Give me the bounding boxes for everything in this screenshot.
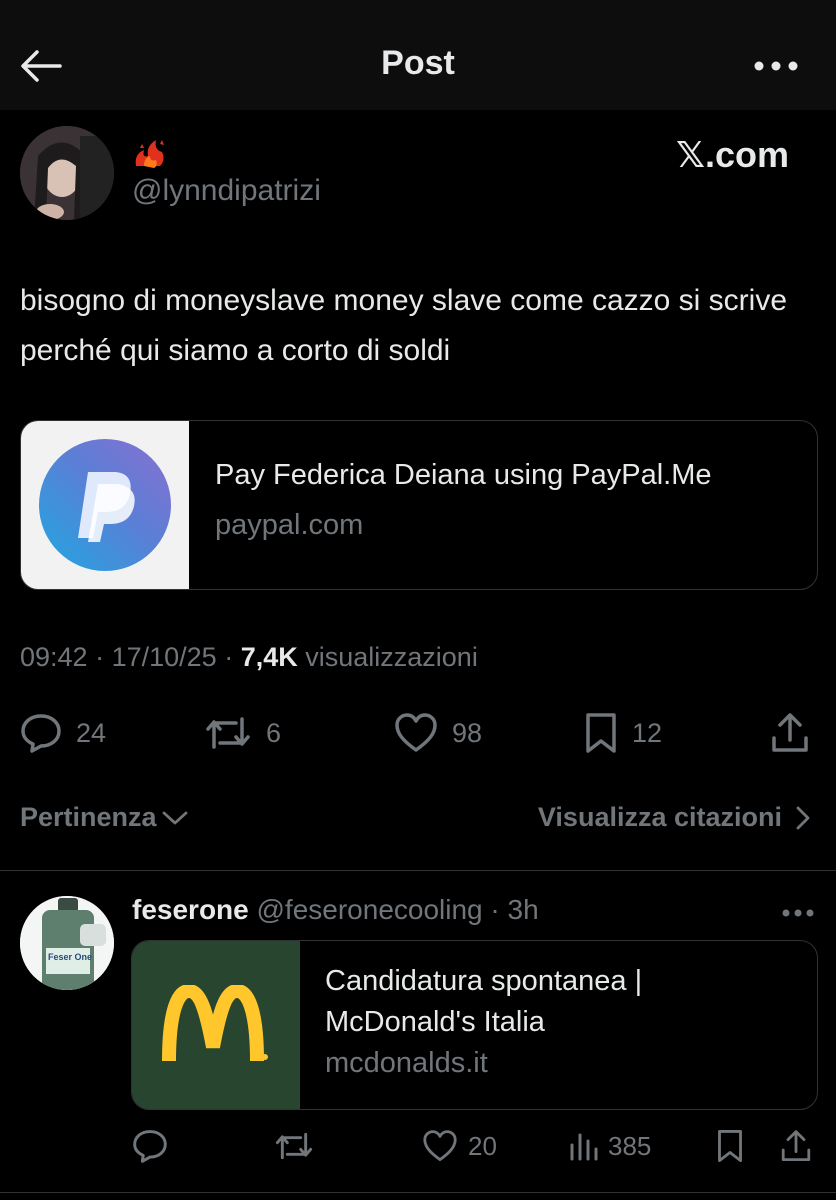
link-card-domain: mcdonalds.it <box>325 1047 488 1079</box>
divider <box>0 870 836 871</box>
share-icon <box>772 713 808 752</box>
view-quotes-label: Visualizza citazioni <box>537 802 782 832</box>
like-count: 98 <box>452 717 483 748</box>
reply-reply-button[interactable] <box>132 1124 168 1168</box>
like-button[interactable]: 98 <box>394 708 482 758</box>
reply-avatar[interactable]: Feser One <box>20 896 114 990</box>
post-time: 09:42 <box>20 642 88 672</box>
bookmark-icon <box>718 1130 742 1162</box>
link-card-thumbnail <box>132 941 300 1109</box>
share-button[interactable] <box>770 708 810 758</box>
more-options-button[interactable] <box>748 48 804 84</box>
post-text: bisogno di moneyslave money slave come c… <box>20 284 788 367</box>
repost-icon <box>275 1132 313 1160</box>
link-card-domain: paypal.com <box>215 509 364 541</box>
reply-bookmark-button[interactable] <box>716 1124 744 1168</box>
reply-views-count: 385 <box>608 1130 652 1161</box>
reply-icon <box>21 714 61 753</box>
reply-author-name[interactable]: feserone <box>132 894 249 925</box>
post-meta: 09:42 · 17/10/25 · 7,4K visualizzazioni <box>20 642 478 672</box>
bookmark-button[interactable]: 12 <box>584 708 662 758</box>
bookmark-icon <box>586 713 616 753</box>
like-icon <box>395 713 437 752</box>
page-title: Post <box>381 44 455 82</box>
divider <box>0 1192 836 1193</box>
views-icon <box>570 1133 598 1161</box>
chevron-down-icon <box>162 811 187 824</box>
like-icon <box>423 1130 457 1161</box>
reply-share-button[interactable] <box>780 1124 812 1168</box>
link-card-mcdonalds[interactable]: Candidatura spontanea | McDonald's Itali… <box>131 940 818 1110</box>
repost-icon <box>206 717 250 749</box>
views-label: visualizzazioni <box>305 642 478 672</box>
share-icon <box>781 1130 811 1162</box>
author-handle[interactable]: @lynndipatrizi <box>132 174 321 208</box>
link-card-title: Candidatura spontanea | McDonald's Itali… <box>325 965 643 1038</box>
reply-button[interactable]: 24 <box>20 708 106 758</box>
reply-header: feserone @feseronecooling · 3h <box>132 894 539 925</box>
brand-label: 𝕏.com <box>676 134 790 175</box>
reply-author-handle[interactable]: @feseronecooling <box>257 894 483 925</box>
sort-dropdown[interactable]: Pertinenza <box>20 802 189 833</box>
reply-like-button[interactable]: 20 <box>422 1124 497 1168</box>
mcdonalds-logo-icon <box>162 985 268 1062</box>
repost-button[interactable]: 6 <box>204 708 281 758</box>
sort-label: Pertinenza <box>20 802 157 832</box>
paypal-logo-icon <box>39 439 171 571</box>
more-icon <box>754 61 798 71</box>
reply-icon <box>133 1130 167 1163</box>
repost-count: 6 <box>266 717 282 748</box>
chevron-right-icon <box>796 806 810 829</box>
fire-emoji-icon <box>132 136 168 175</box>
reply-more-button[interactable] <box>768 898 828 928</box>
reply-repost-button[interactable] <box>274 1124 314 1168</box>
reply-age: 3h <box>507 894 539 925</box>
post-date: 17/10/25 <box>111 642 217 672</box>
link-card-paypal[interactable]: Pay Federica Deiana using PayPal.Me payp… <box>20 420 818 590</box>
author-avatar[interactable] <box>20 126 114 220</box>
link-card-thumbnail <box>21 421 189 589</box>
views-count[interactable]: 7,4K <box>241 642 298 672</box>
bookmark-count: 12 <box>632 717 663 748</box>
reply-count: 24 <box>76 717 107 748</box>
reply-like-count: 20 <box>468 1130 497 1161</box>
reply-avatar-logo-text: Feser One <box>48 952 92 962</box>
view-quotes-link[interactable]: Visualizza citazioni <box>538 802 814 833</box>
reply-views-button[interactable]: 385 <box>568 1124 651 1168</box>
more-icon <box>782 909 814 917</box>
link-card-title: Pay Federica Deiana using PayPal.Me <box>215 459 712 491</box>
